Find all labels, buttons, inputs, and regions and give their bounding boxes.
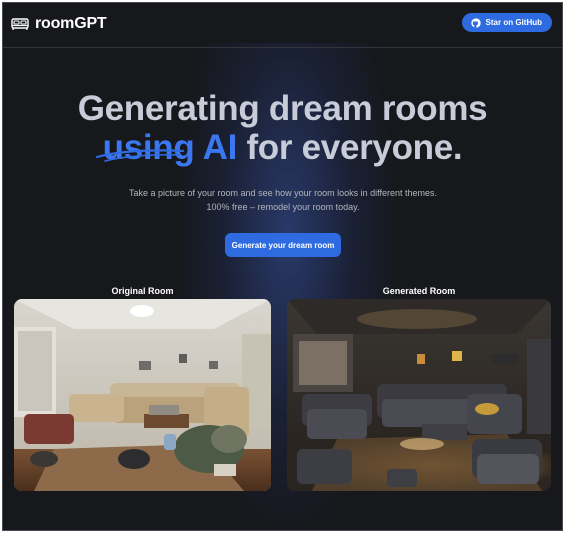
hero-title-line2: using AI for everyone. — [3, 128, 562, 167]
logo[interactable]: roomGPT — [11, 15, 107, 33]
page-frame: roomGPT Star on GitHub Generating dream … — [2, 2, 563, 531]
app-name: roomGPT — [35, 15, 107, 32]
header-divider — [3, 47, 562, 48]
generated-room-image — [287, 299, 551, 491]
header: roomGPT Star on GitHub — [3, 3, 562, 47]
generate-dream-room-button[interactable]: Generate your dream room — [225, 233, 341, 257]
hand-drawn-underline — [95, 149, 185, 162]
star-on-github-button[interactable]: Star on GitHub — [461, 13, 552, 32]
github-button-label: Star on GitHub — [485, 18, 542, 27]
hero-title-line2-rest: for everyone. — [246, 128, 463, 167]
original-room-image — [14, 299, 271, 491]
hero-title: Generating dream rooms using AI for ever… — [3, 89, 562, 167]
generated-room-label: Generated Room — [382, 286, 456, 296]
hero-subtitle: Take a picture of your room and see how … — [129, 188, 437, 212]
original-room-label: Original Room — [111, 286, 174, 296]
github-icon — [470, 17, 481, 28]
hero-title-line1: Generating dream rooms — [77, 89, 488, 128]
bed-icon — [11, 18, 29, 30]
